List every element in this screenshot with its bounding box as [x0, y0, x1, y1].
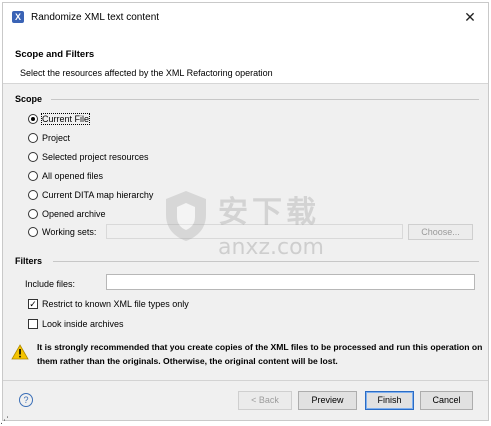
scope-selected-resources-label: Selected project resources — [42, 152, 149, 162]
dialog-window: X Randomize XML text content ✕ Scope and… — [2, 2, 489, 421]
finish-button[interactable]: Finish — [365, 391, 414, 410]
scope-project[interactable]: Project — [28, 131, 70, 145]
scope-dita-map-label: Current DITA map hierarchy — [42, 190, 154, 200]
include-files-label: Include files: — [25, 279, 76, 289]
scope-divider — [51, 99, 479, 100]
scope-working-sets-label: Working sets: — [42, 227, 97, 237]
preview-button[interactable]: Preview — [298, 391, 357, 410]
watermark-cn-text: 安下载 — [218, 195, 320, 230]
restrict-xml-option[interactable]: ✓ Restrict to known XML file types only — [28, 297, 189, 311]
radio-working-sets[interactable] — [28, 227, 38, 237]
back-button[interactable]: < Back — [238, 391, 292, 410]
look-inside-archives-option[interactable]: Look inside archives — [28, 317, 124, 331]
scope-current-file-label: Current File — [40, 113, 91, 125]
scope-all-opened[interactable]: All opened files — [28, 169, 103, 183]
watermark-latin-text: anxz.com — [218, 235, 324, 260]
help-icon[interactable]: ? — [19, 393, 33, 407]
radio-all-opened[interactable] — [28, 171, 38, 181]
watermark: 安下载 anxz.com — [153, 183, 373, 263]
include-files-input[interactable] — [106, 274, 475, 290]
scope-current-file[interactable]: Current File — [28, 112, 91, 126]
resize-grip-icon: ⋰ — [0, 415, 9, 425]
radio-current-file[interactable] — [28, 114, 38, 124]
shield-watermark-icon — [166, 191, 206, 241]
scope-group-label: Scope — [15, 94, 43, 104]
close-button[interactable]: ✕ — [462, 9, 478, 25]
radio-opened-archive[interactable] — [28, 209, 38, 219]
restrict-xml-checkbox[interactable]: ✓ — [28, 299, 38, 309]
oxygen-x-icon: X — [12, 11, 24, 23]
page-title: Scope and Filters — [15, 49, 95, 60]
scope-dita-map[interactable]: Current DITA map hierarchy — [28, 188, 153, 202]
radio-selected-resources[interactable] — [28, 152, 38, 162]
restrict-xml-label: Restrict to known XML file types only — [42, 299, 189, 309]
scope-selected-resources[interactable]: Selected project resources — [28, 150, 149, 164]
scope-all-opened-label: All opened files — [42, 171, 104, 181]
page-description: Select the resources affected by the XML… — [20, 68, 273, 78]
scope-working-sets[interactable]: Working sets: — [28, 225, 96, 239]
filters-group-label: Filters — [15, 256, 43, 266]
choose-button: Choose... — [408, 224, 473, 240]
footer-divider — [3, 380, 488, 381]
scope-opened-archive-label: Opened archive — [42, 209, 106, 219]
window-title: Randomize XML text content — [31, 12, 160, 23]
look-inside-archives-label: Look inside archives — [42, 319, 124, 329]
radio-dita-map[interactable] — [28, 190, 38, 200]
warning-message: It is strongly recommended that you crea… — [37, 342, 483, 366]
scope-opened-archive[interactable]: Opened archive — [28, 207, 106, 221]
look-inside-archives-checkbox[interactable] — [28, 319, 38, 329]
warning-triangle-icon — [11, 344, 29, 360]
scope-project-label: Project — [42, 133, 71, 143]
radio-project[interactable] — [28, 133, 38, 143]
title-bar: X Randomize XML text content ✕ — [3, 3, 488, 32]
cancel-button[interactable]: Cancel — [420, 391, 473, 410]
filters-divider — [53, 261, 479, 262]
header-panel: Scope and Filters Select the resources a… — [3, 32, 488, 84]
